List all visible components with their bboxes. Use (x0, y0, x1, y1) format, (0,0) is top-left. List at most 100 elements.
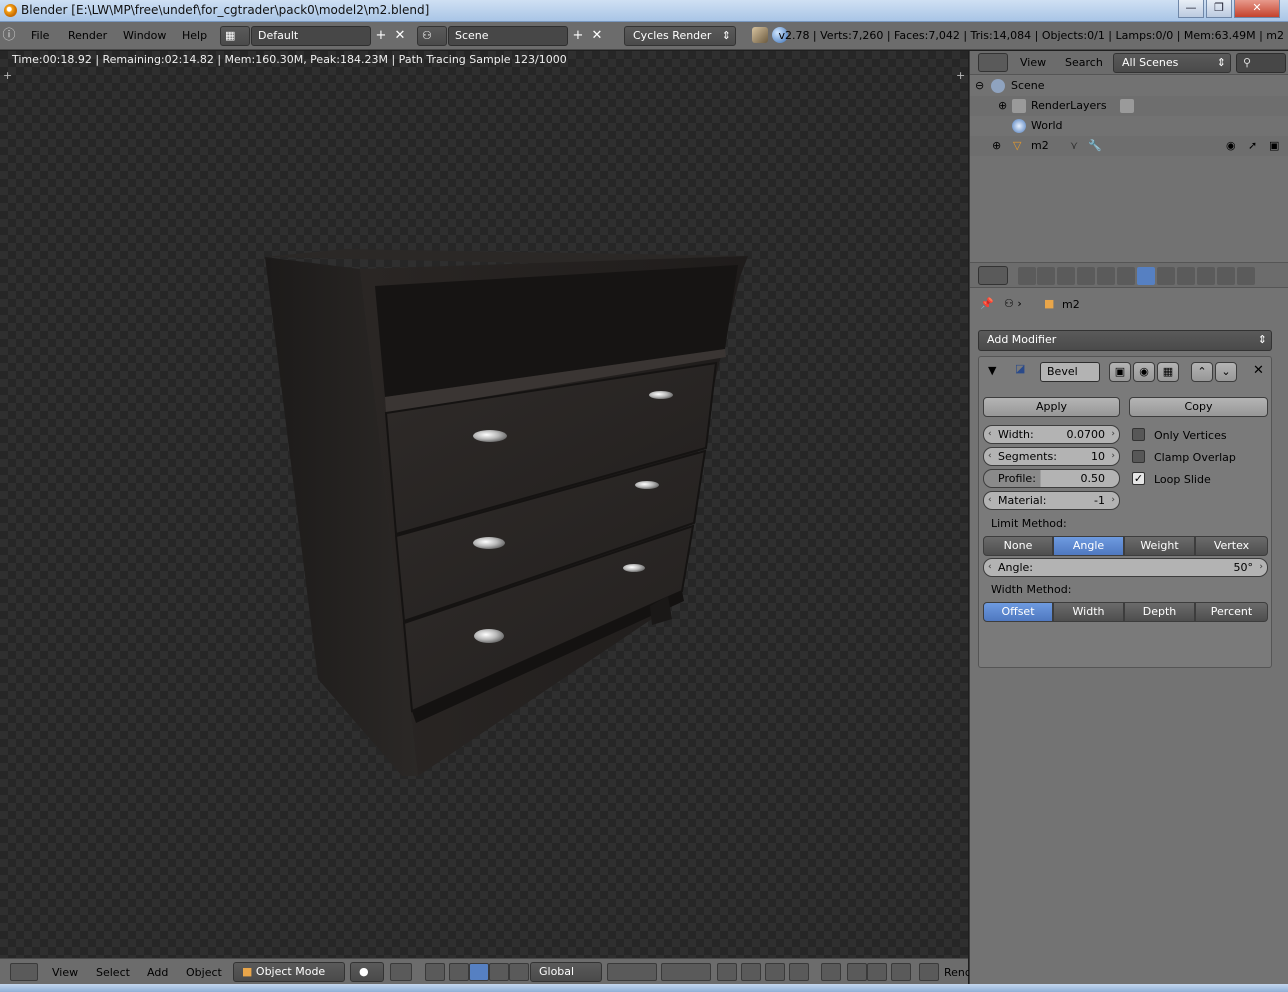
outliner-row-world[interactable]: World (970, 116, 1288, 136)
remove-scene-icon[interactable]: ✕ (588, 27, 606, 45)
scene-icon[interactable]: ⚇ (417, 26, 447, 46)
pin-icon[interactable]: 📌 (980, 297, 994, 310)
lock-layers-icon[interactable] (717, 963, 737, 981)
outliner-row-renderlayers[interactable]: ⊕ RenderLayers (970, 96, 1288, 116)
only-vertices-checkbox[interactable] (1132, 428, 1145, 441)
outliner-row-scene[interactable]: ⊖ Scene (970, 76, 1288, 96)
menu-render[interactable]: Render (68, 29, 107, 42)
decrement-arrow-icon[interactable]: ‹ (988, 448, 992, 465)
minimize-button[interactable]: — (1178, 0, 1204, 18)
pause-icon[interactable] (891, 963, 911, 981)
add-modifier-dropdown[interactable]: Add Modifier ⇕ (978, 330, 1272, 351)
render-tab-icon[interactable] (1018, 267, 1036, 285)
increment-arrow-icon[interactable]: › (1111, 492, 1115, 509)
render-button-label[interactable]: Rend (944, 966, 972, 979)
editor-type-icon[interactable]: ⓘ (0, 27, 18, 45)
orientation-dropdown[interactable]: Global (530, 962, 602, 982)
apply-button[interactable]: Apply (983, 397, 1120, 417)
limit-none-button[interactable]: None (983, 536, 1053, 556)
width-width-button[interactable]: Width (1053, 602, 1124, 622)
menu-object[interactable]: Object (186, 966, 222, 979)
texture-tab-icon[interactable] (1197, 267, 1215, 285)
clamp-overlap-checkbox[interactable] (1132, 450, 1145, 463)
layers-grid-icon[interactable] (661, 963, 711, 981)
particles-tab-icon[interactable] (1217, 267, 1235, 285)
expand-icon[interactable]: ⊕ (992, 136, 1001, 156)
pivot-icon[interactable] (390, 963, 412, 981)
3d-viewport[interactable]: Time:00:18.92 | Remaining:02:14.82 | Mem… (0, 51, 968, 958)
outliner-row-m2[interactable]: ⊕ ▽ m2 ⋎ 🔧 ◉ ➚ ▣ (970, 136, 1288, 156)
render-icon[interactable] (919, 963, 939, 981)
selectability-cursor-icon[interactable]: ➚ (1248, 136, 1257, 156)
manipulator-icon[interactable] (509, 963, 529, 981)
world-tab-icon[interactable] (1077, 267, 1095, 285)
close-button[interactable]: ✕ (1234, 0, 1280, 18)
move-down-icon[interactable]: ⌄ (1215, 362, 1237, 382)
increment-arrow-icon[interactable]: › (1259, 559, 1263, 576)
width-depth-button[interactable]: Depth (1124, 602, 1195, 622)
render-engine-dropdown[interactable]: Cycles Render ⇕ (624, 26, 736, 46)
decrement-arrow-icon[interactable]: ‹ (988, 492, 992, 509)
expand-icon[interactable]: ⊕ (998, 96, 1007, 116)
menu-view[interactable]: View (52, 966, 78, 979)
editor-type-3d-icon[interactable] (10, 963, 38, 981)
width-field[interactable]: ‹ Width: 0.0700 › (983, 425, 1120, 444)
snap-element-icon[interactable] (821, 963, 841, 981)
width-percent-button[interactable]: Percent (1195, 602, 1268, 622)
limit-weight-button[interactable]: Weight (1124, 536, 1195, 556)
screen-layout-field[interactable]: Default (251, 26, 371, 46)
outliner-menu-view[interactable]: View (1020, 56, 1046, 69)
data-tab-icon[interactable] (1157, 267, 1175, 285)
width-offset-button[interactable]: Offset (983, 602, 1053, 622)
snap-icon[interactable] (765, 963, 785, 981)
copy-button[interactable]: Copy (1129, 397, 1268, 417)
visibility-eye-icon[interactable]: ◉ (1226, 136, 1236, 156)
move-up-icon[interactable]: ⌃ (1191, 362, 1213, 382)
modifier-name-field[interactable]: Bevel (1040, 362, 1100, 382)
renderability-camera-icon[interactable]: ▣ (1269, 136, 1279, 156)
scene-tab-icon[interactable] (1057, 267, 1075, 285)
screen-layout-icon[interactable]: ▦ (220, 26, 250, 46)
menu-add[interactable]: Add (147, 966, 168, 979)
collapse-arrow-icon[interactable]: ▼ (988, 364, 996, 377)
transform-manipulator-icon[interactable] (425, 963, 445, 981)
decrement-arrow-icon[interactable]: ‹ (988, 559, 992, 576)
translate-icon[interactable] (449, 963, 469, 981)
snap-target-icon[interactable] (789, 963, 809, 981)
decrement-arrow-icon[interactable]: ‹ (988, 426, 992, 443)
menu-file[interactable]: File (31, 29, 49, 42)
mode-dropdown[interactable]: ■ Object Mode (233, 962, 345, 982)
constraints-tab-icon[interactable] (1117, 267, 1135, 285)
material-tab-icon[interactable] (1177, 267, 1195, 285)
physics-tab-icon[interactable] (1237, 267, 1255, 285)
maximize-button[interactable]: ❐ (1206, 0, 1232, 18)
opengl-anim-icon[interactable] (867, 963, 887, 981)
material-field[interactable]: ‹ Material: -1 › (983, 491, 1120, 510)
loop-slide-checkbox[interactable]: ✓ (1132, 472, 1145, 485)
limit-angle-button[interactable]: Angle (1053, 536, 1124, 556)
profile-slider[interactable]: Profile: 0.50 (983, 469, 1120, 488)
search-icon[interactable]: ⚲ (1236, 53, 1286, 73)
segments-field[interactable]: ‹ Segments: 10 › (983, 447, 1120, 466)
remove-layout-icon[interactable]: ✕ (391, 27, 409, 45)
scene-field[interactable]: Scene (448, 26, 568, 46)
angle-field[interactable]: ‹ Angle: 50° › (983, 558, 1268, 577)
display-toggle-icon[interactable]: ◉ (1133, 362, 1155, 382)
render-toggle-icon[interactable]: ▣ (1109, 362, 1131, 382)
editor-type-outliner-icon[interactable] (978, 53, 1008, 72)
editor-type-properties-icon[interactable] (978, 266, 1008, 285)
layers-grid-icon[interactable] (607, 963, 657, 981)
rotate-icon[interactable] (469, 963, 489, 981)
outliner-menu-search[interactable]: Search (1065, 56, 1103, 69)
limit-vertex-group-button[interactable]: Vertex Group (1195, 536, 1268, 570)
object-tab-icon[interactable] (1097, 267, 1115, 285)
menu-help[interactable]: Help (182, 29, 207, 42)
modifiers-tab-icon[interactable] (1137, 267, 1155, 285)
collapse-icon[interactable]: ⊖ (975, 76, 984, 96)
opengl-render-icon[interactable] (847, 963, 867, 981)
proportional-edit-icon[interactable] (741, 963, 761, 981)
add-layout-icon[interactable]: + (372, 27, 390, 45)
increment-arrow-icon[interactable]: › (1111, 426, 1115, 443)
outliner-filter-dropdown[interactable]: All Scenes ⇕ (1113, 53, 1231, 73)
scale-icon[interactable] (489, 963, 509, 981)
